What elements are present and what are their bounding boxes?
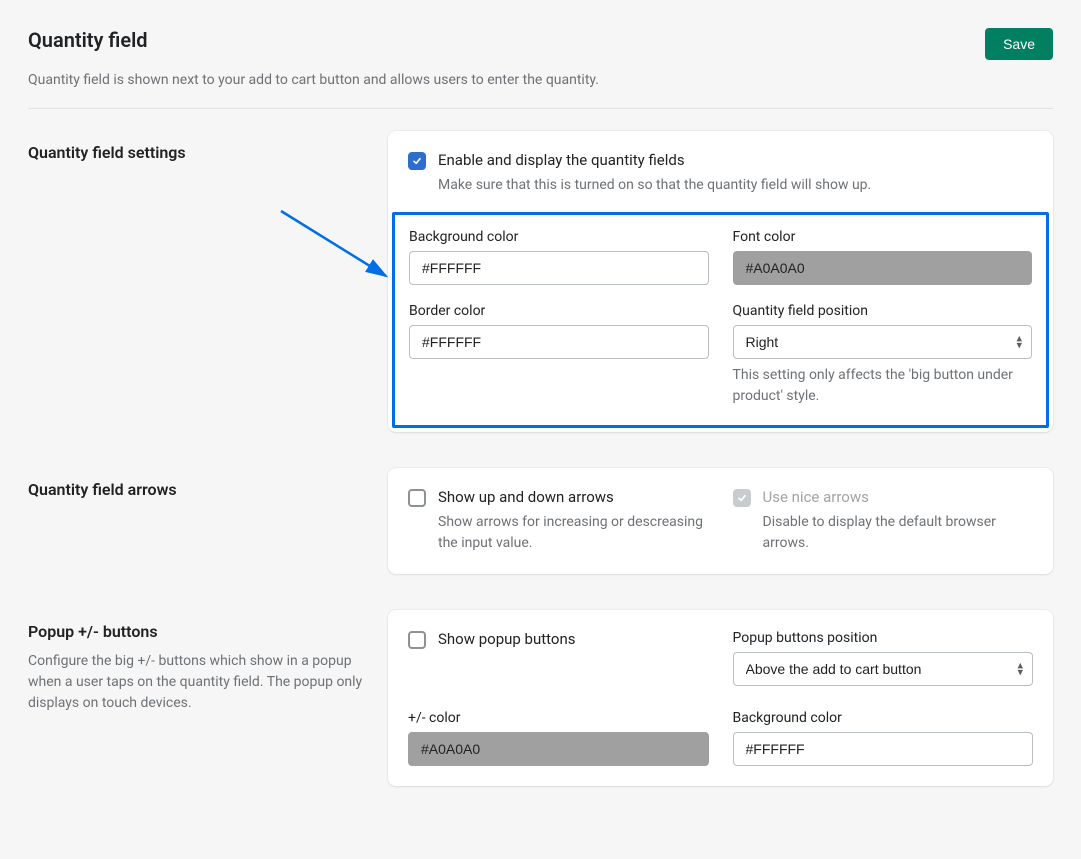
section-popup-buttons: Popup +/- buttons Configure the big +/- …: [28, 610, 1053, 786]
position-label: Quantity field position: [733, 303, 1033, 319]
popup-position-label: Popup buttons position: [733, 630, 1034, 646]
show-popup-checkbox[interactable]: [408, 631, 426, 649]
show-arrows-label: Show up and down arrows: [438, 488, 709, 506]
border-color-input[interactable]: [409, 325, 709, 359]
bg-color-input[interactable]: [409, 251, 709, 285]
section-quantity-arrows: Quantity field arrows Show up and down a…: [28, 468, 1053, 574]
enable-checkbox[interactable]: [408, 152, 426, 170]
save-button[interactable]: Save: [985, 28, 1053, 60]
section-title-arrows: Quantity field arrows: [28, 480, 368, 499]
bg-color-label: Background color: [409, 229, 709, 245]
font-color-field-group: Font color: [733, 229, 1033, 285]
section-title-popup: Popup +/- buttons: [28, 622, 368, 641]
nice-arrows-checkbox: [733, 489, 751, 507]
pm-color-label: +/- color: [408, 710, 709, 726]
popup-bg-label: Background color: [733, 710, 1034, 726]
section-quantity-settings: Quantity field settings Enable and displ…: [28, 131, 1053, 432]
arrows-card: Show up and down arrows Show arrows for …: [388, 468, 1053, 574]
bg-color-field-group: Background color: [409, 229, 709, 285]
show-popup-row: Show popup buttons: [408, 630, 709, 649]
highlighted-settings-box: Background color Font color Border color…: [392, 212, 1049, 428]
show-arrows-help: Show arrows for increasing or descreasin…: [438, 512, 709, 554]
page-title: Quantity field: [28, 28, 148, 52]
popup-card: Show popup buttons Popup buttons positio…: [388, 610, 1053, 786]
section-desc-popup: Configure the big +/- buttons which show…: [28, 651, 368, 714]
position-help: This setting only affects the 'big butto…: [733, 365, 1033, 407]
border-color-field-group: Border color: [409, 303, 709, 407]
position-select[interactable]: Right: [733, 325, 1033, 359]
page-subtitle: Quantity field is shown next to your add…: [28, 72, 1053, 88]
section-title-settings: Quantity field settings: [28, 143, 368, 162]
popup-bg-field-group: Background color: [733, 710, 1034, 766]
enable-checkbox-label: Enable and display the quantity fields: [438, 151, 1033, 169]
pm-color-input[interactable]: [408, 732, 709, 766]
settings-card: Enable and display the quantity fields M…: [388, 131, 1053, 432]
nice-arrows-help: Disable to display the default browser a…: [763, 512, 1034, 554]
show-arrows-checkbox[interactable]: [408, 489, 426, 507]
nice-arrows-label: Use nice arrows: [763, 488, 1034, 506]
show-popup-label: Show popup buttons: [438, 630, 709, 648]
font-color-input[interactable]: [733, 251, 1033, 285]
enable-checkbox-help: Make sure that this is turned on so that…: [438, 175, 1033, 196]
nice-arrows-row: Use nice arrows Disable to display the d…: [733, 488, 1034, 554]
popup-bg-input[interactable]: [733, 732, 1034, 766]
position-field-group: Quantity field position Right ▴▾ This se…: [733, 303, 1033, 407]
border-color-label: Border color: [409, 303, 709, 319]
enable-checkbox-row: Enable and display the quantity fields M…: [408, 151, 1033, 196]
show-arrows-row: Show up and down arrows Show arrows for …: [408, 488, 709, 554]
popup-position-field-group: Popup buttons position Above the add to …: [733, 630, 1034, 686]
pm-color-field-group: +/- color: [408, 710, 709, 766]
font-color-label: Font color: [733, 229, 1033, 245]
popup-position-select[interactable]: Above the add to cart button: [733, 652, 1034, 686]
divider: [28, 108, 1053, 109]
